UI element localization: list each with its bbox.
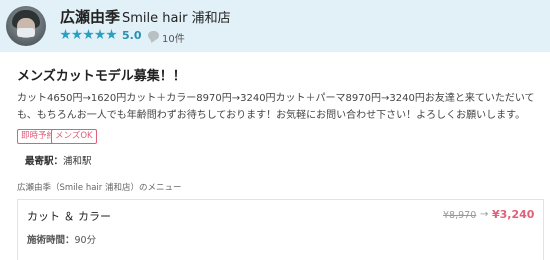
stylist-header: 広瀬由季 Smile hair 浦和店 5.0 10件 bbox=[0, 0, 550, 52]
station-label: 最寄駅： bbox=[25, 156, 64, 167]
post-body: カット4650円→1620円カット＋カラー8970円→3240円カット＋パーマ8… bbox=[17, 93, 535, 121]
review-count-link[interactable]: 10件 bbox=[162, 30, 185, 45]
menu-heading: 広瀬由季（Smile hair 浦和店）のメニュー bbox=[17, 183, 182, 193]
stylist-name[interactable]: 広瀬由季 bbox=[60, 6, 120, 27]
duration-value: 90分 bbox=[74, 235, 97, 246]
star-icon bbox=[106, 29, 117, 40]
original-price: ¥8,970 bbox=[443, 210, 477, 221]
avatar[interactable] bbox=[6, 6, 46, 46]
rating-stars bbox=[60, 29, 118, 40]
nearest-station: 最寄駅：浦和駅 bbox=[25, 153, 92, 167]
star-icon bbox=[71, 29, 83, 40]
tag-mens-ok: メンズOK bbox=[51, 129, 97, 144]
star-icon bbox=[60, 29, 71, 40]
station-value: 浦和駅 bbox=[63, 156, 92, 167]
arrow-right-icon: → bbox=[480, 209, 489, 220]
rating-value: 5.0 bbox=[122, 29, 142, 42]
comment-icon bbox=[148, 31, 159, 40]
avatar-mask bbox=[17, 28, 35, 37]
menu-item-card[interactable]: カット ＆ カラー 施術時間：90分 ¥8,970 → ¥3,240 bbox=[17, 199, 544, 260]
star-icon bbox=[94, 29, 106, 40]
post-title: メンズカットモデル募集！！ bbox=[17, 69, 186, 84]
menu-item-name: カット ＆ カラー bbox=[27, 210, 111, 223]
salon-name[interactable]: Smile hair 浦和店 bbox=[122, 7, 231, 26]
discount-price: ¥3,240 bbox=[492, 208, 535, 221]
duration-label: 施術時間： bbox=[27, 235, 75, 246]
menu-item-duration: 施術時間：90分 bbox=[27, 232, 96, 246]
star-icon bbox=[83, 29, 94, 40]
